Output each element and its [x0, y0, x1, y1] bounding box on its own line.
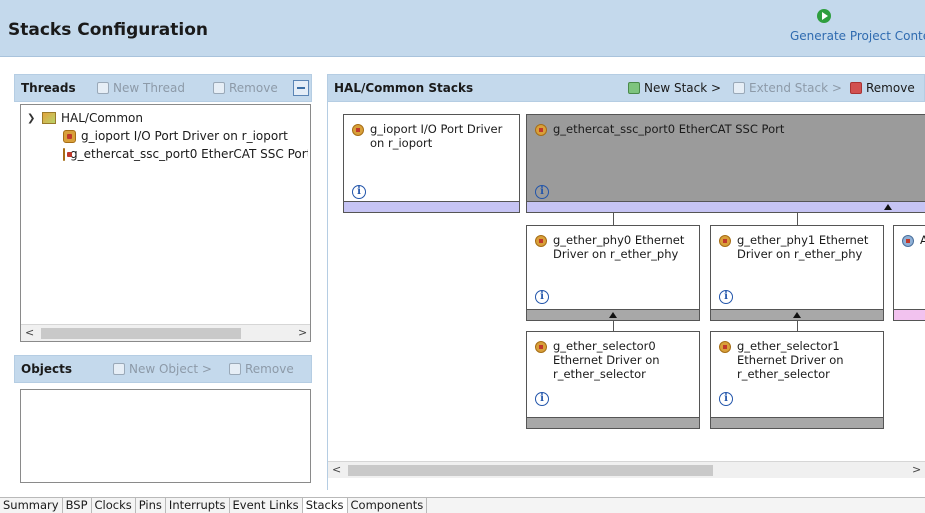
- stack-card-phy0[interactable]: g_ether_phy0 Ethernet Driver on r_ether_…: [526, 225, 700, 321]
- scroll-thumb[interactable]: [348, 465, 713, 476]
- new-object-icon: [113, 363, 125, 375]
- generate-project-content-link[interactable]: Generate Project Content: [790, 29, 925, 43]
- scroll-right-arrow-icon[interactable]: >: [912, 463, 921, 476]
- info-icon[interactable]: i: [719, 290, 733, 304]
- scroll-left-arrow-icon[interactable]: <: [25, 326, 34, 339]
- module-icon: [719, 235, 731, 247]
- threads-tree: ❯ HAL/Common g_ioport I/O Port Driver on…: [20, 104, 311, 342]
- card-bar: [527, 201, 925, 212]
- card-bar: [711, 309, 883, 320]
- info-icon[interactable]: i: [535, 290, 549, 304]
- tab-bsp[interactable]: BSP: [63, 498, 92, 513]
- stack-card-phy1[interactable]: g_ether_phy1 Ethernet Driver on r_ether_…: [710, 225, 884, 321]
- tab-pins[interactable]: Pins: [136, 498, 166, 513]
- hal-folder-icon: [42, 112, 56, 124]
- tab-interrupts[interactable]: Interrupts: [166, 498, 230, 513]
- chevron-down-icon[interactable]: ❯: [27, 113, 37, 124]
- tree-item-hal-common[interactable]: ❯ HAL/Common: [27, 111, 143, 125]
- module-icon: [352, 124, 364, 136]
- stack-card-ioport[interactable]: g_ioport I/O Port Driver on r_ioport i: [343, 114, 520, 213]
- stack-card-selector0[interactable]: g_ether_selector0 Ethernet Driver on r_e…: [526, 331, 700, 429]
- objects-title: Objects: [21, 362, 73, 376]
- tab-clocks[interactable]: Clocks: [92, 498, 136, 513]
- new-stack-icon: [628, 82, 640, 94]
- extend-stack-icon: [733, 82, 745, 94]
- tab-components[interactable]: Components: [348, 498, 428, 513]
- objects-panel-header: Objects New Object > Remove: [14, 355, 312, 383]
- remove-icon: [850, 82, 862, 94]
- module-icon: [63, 129, 76, 143]
- scroll-left-arrow-icon[interactable]: <: [332, 463, 341, 476]
- module-icon: [535, 341, 547, 353]
- scroll-right-arrow-icon[interactable]: >: [298, 326, 307, 339]
- generate-run-icon[interactable]: [817, 9, 831, 23]
- card-bar: [527, 417, 699, 428]
- new-thread-button: New Thread: [97, 81, 185, 95]
- scroll-thumb[interactable]: [41, 328, 241, 339]
- collapse-arrow-icon[interactable]: [793, 312, 801, 318]
- new-thread-icon: [97, 82, 109, 94]
- tree-horizontal-scrollbar[interactable]: < >: [21, 324, 310, 341]
- tab-event-links[interactable]: Event Links: [230, 498, 303, 513]
- card-bar: [527, 309, 699, 320]
- remove-icon: [213, 82, 225, 94]
- add-module-icon: [902, 235, 914, 247]
- module-icon: [63, 147, 72, 161]
- collapse-arrow-icon[interactable]: [884, 204, 892, 210]
- stacks-title: HAL/Common Stacks: [334, 81, 474, 95]
- card-bar: [711, 417, 883, 428]
- module-icon: [719, 341, 731, 353]
- extend-stack-button: Extend Stack >: [733, 81, 842, 95]
- tab-summary[interactable]: Summary: [0, 498, 63, 513]
- info-icon[interactable]: i: [535, 392, 549, 406]
- info-icon[interactable]: i: [535, 185, 549, 199]
- new-stack-button[interactable]: New Stack >: [628, 81, 721, 95]
- editor-header: Stacks Configuration Generate Project Co…: [0, 0, 925, 57]
- tree-item-ethercat[interactable]: g_ethercat_ssc_port0 EtherCAT SSC Port: [63, 147, 308, 161]
- remove-icon: [229, 363, 241, 375]
- tree-item-ioport[interactable]: g_ioport I/O Port Driver on r_ioport: [63, 129, 288, 143]
- remove-thread-button: Remove: [213, 81, 278, 95]
- info-icon[interactable]: i: [352, 185, 366, 199]
- stack-card-selector1[interactable]: g_ether_selector1 Ethernet Driver on r_e…: [710, 331, 884, 429]
- new-object-button: New Object >: [113, 362, 212, 376]
- info-icon[interactable]: i: [719, 392, 733, 406]
- editor-tabs: Summary BSP Clocks Pins Interrupts Event…: [0, 497, 925, 513]
- threads-title: Threads: [21, 81, 76, 95]
- objects-list: [20, 389, 311, 483]
- page-title: Stacks Configuration: [8, 20, 208, 40]
- stack-card-ethercat[interactable]: g_ethercat_ssc_port0 EtherCAT SSC Port i: [526, 114, 925, 213]
- remove-stack-button[interactable]: Remove: [850, 81, 915, 95]
- card-bar: [344, 201, 519, 212]
- module-icon: [535, 235, 547, 247]
- stacks-canvas: g_ioport I/O Port Driver on r_ioport i g…: [327, 102, 925, 490]
- remove-object-button: Remove: [229, 362, 294, 376]
- threads-panel-header: Threads New Thread Remove: [14, 74, 312, 102]
- collapse-all-button[interactable]: [293, 80, 309, 96]
- stacks-horizontal-scrollbar[interactable]: < >: [328, 461, 925, 478]
- card-bar: [894, 309, 925, 320]
- stacks-panel-header: HAL/Common Stacks New Stack > Extend Sta…: [327, 74, 925, 102]
- tab-stacks[interactable]: Stacks: [302, 498, 348, 513]
- collapse-arrow-icon[interactable]: [609, 312, 617, 318]
- module-icon: [535, 124, 547, 136]
- stack-card-partial[interactable]: A: [893, 225, 925, 321]
